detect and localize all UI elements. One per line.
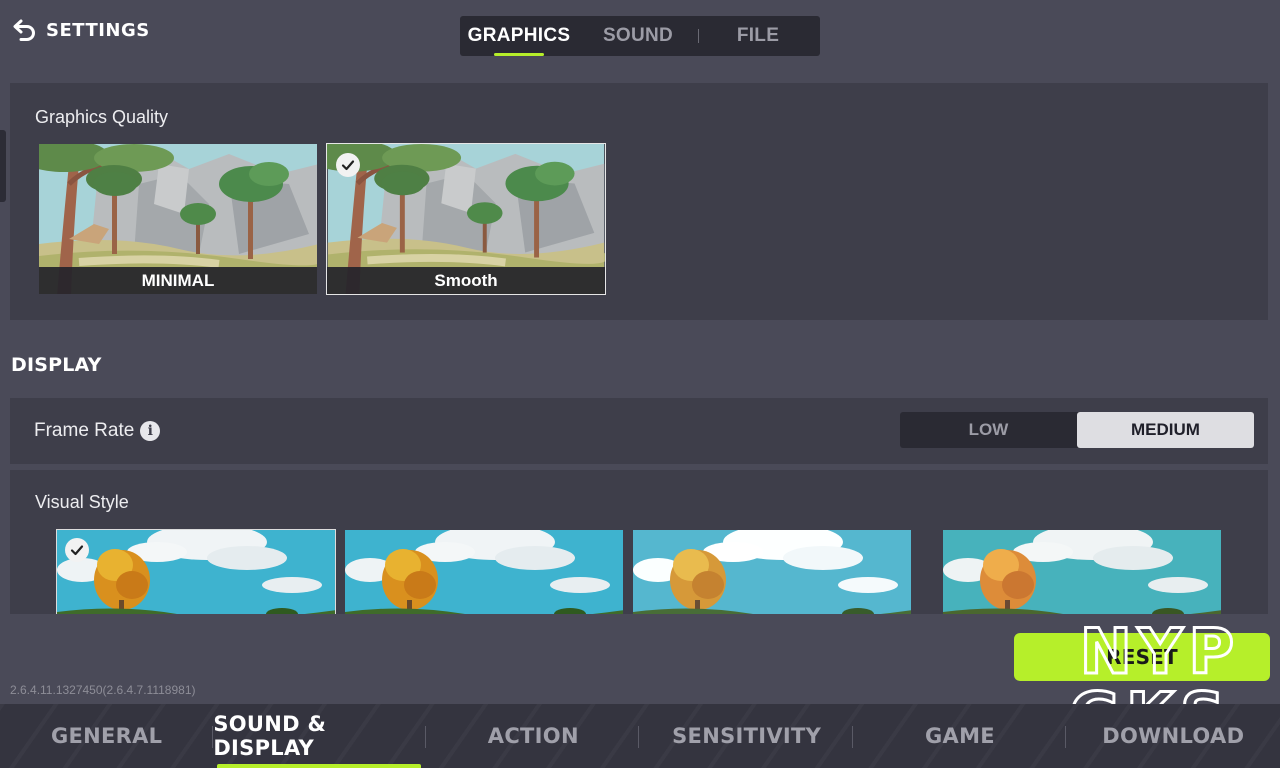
- back-button[interactable]: SETTINGS: [12, 18, 150, 42]
- tab-file[interactable]: FILE: [699, 16, 817, 56]
- nav-game[interactable]: GAME: [853, 704, 1066, 768]
- frame-rate-medium[interactable]: MEDIUM: [1077, 412, 1254, 448]
- back-arrow-icon: [13, 19, 35, 41]
- nav-action[interactable]: ACTION: [427, 704, 640, 768]
- visual-style-preview-image: [633, 530, 912, 614]
- frame-rate-row: Frame Rate i LOW MEDIUM: [10, 398, 1268, 464]
- tab-graphics[interactable]: GRAPHICS: [460, 16, 578, 56]
- reset-button[interactable]: RESET: [1014, 633, 1270, 681]
- checkmark-icon: [336, 153, 360, 177]
- nav-divider: [1065, 726, 1066, 748]
- side-drawer-handle[interactable]: [0, 130, 6, 202]
- nav-sensitivity[interactable]: SENSITIVITY: [640, 704, 853, 768]
- visual-style-preview-image: [943, 530, 1222, 614]
- frame-rate-selector: LOW MEDIUM: [900, 412, 1254, 448]
- nav-divider: [425, 726, 426, 748]
- settings-title: SETTINGS: [46, 19, 150, 41]
- info-icon[interactable]: i: [140, 421, 161, 441]
- tab-sound[interactable]: SOUND: [578, 16, 698, 56]
- visual-style-option-2[interactable]: [344, 529, 624, 614]
- visual-style-preview-image: [345, 530, 624, 614]
- visual-style-panel: Visual Style: [10, 470, 1268, 614]
- visual-style-option-1[interactable]: [56, 529, 336, 614]
- nav-sound-display[interactable]: SOUND & DISPLAY: [213, 704, 426, 768]
- visual-style-preview-image: [57, 530, 336, 614]
- graphics-option-smooth[interactable]: Smooth: [326, 143, 606, 295]
- bottom-nav: GENERAL SOUND & DISPLAY ACTION SENSITIVI…: [0, 704, 1280, 768]
- frame-rate-label-group: Frame Rate i: [34, 420, 161, 442]
- frame-rate-low[interactable]: LOW: [900, 412, 1077, 448]
- visual-style-option-4[interactable]: [942, 529, 1222, 614]
- graphics-quality-panel: Graphics Quality MINIMAL Smooth: [10, 83, 1268, 320]
- nav-divider: [212, 726, 213, 748]
- frame-rate-label: Frame Rate: [34, 420, 135, 441]
- graphics-option-minimal[interactable]: MINIMAL: [38, 143, 318, 295]
- display-section-title: DISPLAY: [11, 354, 102, 376]
- nav-download[interactable]: DOWNLOAD: [1067, 704, 1280, 768]
- top-tabs: GRAPHICS SOUND FILE: [460, 16, 820, 56]
- graphics-option-label: MINIMAL: [39, 267, 317, 294]
- checkmark-icon: [65, 538, 89, 562]
- version-text: 2.6.4.11.1327450(2.6.4.7.1118981): [10, 683, 196, 697]
- visual-style-label: Visual Style: [35, 492, 129, 512]
- nav-general[interactable]: GENERAL: [0, 704, 213, 768]
- visual-style-option-3[interactable]: [632, 529, 912, 614]
- nav-divider: [638, 726, 639, 748]
- graphics-option-label: Smooth: [327, 267, 605, 294]
- nav-divider: [852, 726, 853, 748]
- graphics-quality-label: Graphics Quality: [35, 107, 169, 127]
